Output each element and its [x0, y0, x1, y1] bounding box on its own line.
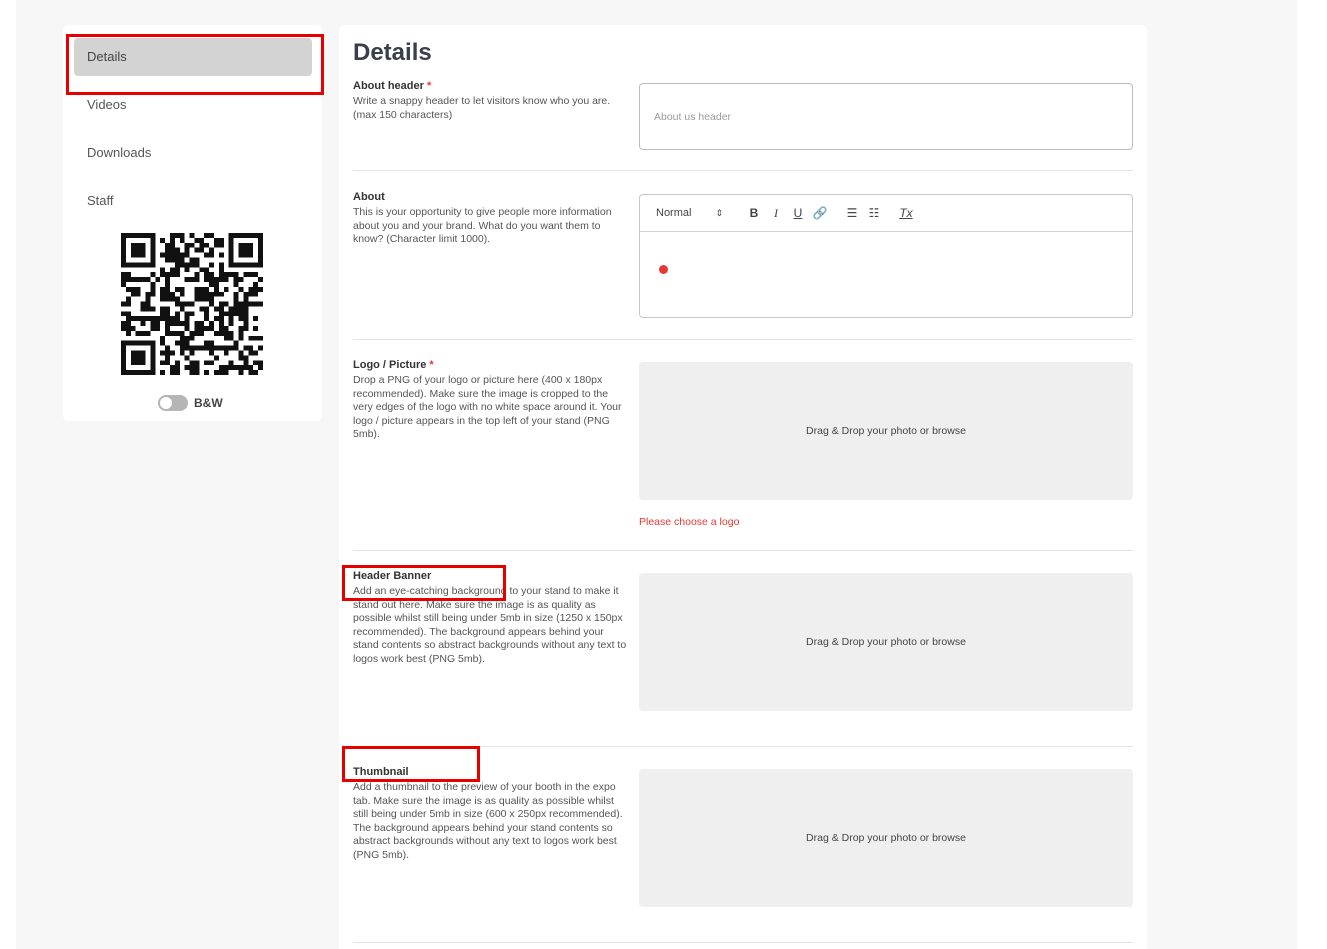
thumbnail-dropzone[interactable]: Drag & Drop your photo or browse [639, 769, 1133, 907]
required-mark: * [429, 359, 434, 371]
underline-button[interactable]: U [787, 206, 809, 220]
toggle-knob [160, 397, 172, 409]
required-mark: * [426, 80, 432, 92]
error-dot [659, 265, 668, 274]
logo-label-text: Logo / Picture [353, 359, 427, 371]
qr-code-icon [121, 233, 263, 375]
details-panel: Details About header * Write a snappy he… [339, 25, 1147, 949]
sidebar-item-label: Details [87, 49, 127, 64]
sidebar-item-staff[interactable]: Staff [74, 182, 312, 220]
about-header-input[interactable] [639, 83, 1133, 150]
logo-description: Drop a PNG of your logo or picture here … [353, 374, 622, 440]
divider [353, 339, 1133, 340]
sidebar-item-label: Downloads [87, 145, 152, 160]
thumbnail-label: Thumbnail [353, 766, 409, 778]
sidebar-item-videos[interactable]: Videos [74, 86, 312, 124]
bw-toggle[interactable] [158, 395, 188, 411]
sidebar-item-label: Staff [87, 193, 114, 208]
right-edge [1297, 0, 1327, 949]
thumbnail-description: Add a thumbnail to the preview of your b… [353, 781, 623, 861]
about-label: About [353, 191, 385, 203]
page-title: Details [353, 39, 432, 66]
about-header-description: Write a snappy header to let visitors kn… [353, 95, 611, 121]
divider [353, 942, 1133, 943]
clear-format-icon[interactable]: Tx [895, 206, 917, 220]
sidebar: Details Videos Downloads Staff B&W [63, 25, 322, 421]
logo-error: Please choose a logo [639, 516, 740, 528]
header-banner-dropzone[interactable]: Drag & Drop your photo or browse [639, 573, 1133, 711]
dropzone-text: Drag & Drop your photo or browse [806, 425, 966, 437]
bw-toggle-label: B&W [194, 396, 223, 410]
dropzone-text: Drag & Drop your photo or browse [806, 636, 966, 648]
bullet-list-icon[interactable]: ☷ [863, 206, 885, 220]
editor-body[interactable] [640, 232, 1132, 317]
divider [353, 746, 1133, 747]
about-header-label-text: About header [353, 80, 424, 92]
about-header-label: About header * [353, 80, 431, 92]
left-edge [0, 0, 16, 949]
dropzone-text: Drag & Drop your photo or browse [806, 832, 966, 844]
divider [353, 170, 1133, 171]
sidebar-item-label: Videos [87, 97, 127, 112]
sidebar-item-downloads[interactable]: Downloads [74, 134, 312, 172]
sidebar-item-details[interactable]: Details [74, 38, 312, 76]
ordered-list-icon[interactable]: ☰ [841, 206, 863, 220]
header-banner-description: Add an eye-catching background to your s… [353, 585, 627, 665]
format-select-value: Normal [656, 207, 692, 219]
up-down-arrows-icon: ⇕ [715, 207, 723, 218]
logo-label: Logo / Picture * [353, 359, 434, 371]
bw-toggle-row: B&W [158, 395, 223, 411]
logo-dropzone[interactable]: Drag & Drop your photo or browse [639, 362, 1133, 500]
divider [353, 550, 1133, 551]
editor-toolbar: Normal ⇕ B I U 🔗 ☰ ☷ Tx [640, 195, 1132, 232]
format-select[interactable]: Normal ⇕ [656, 207, 723, 219]
about-description: This is your opportunity to give people … [353, 206, 612, 245]
italic-button[interactable]: I [765, 206, 787, 221]
header-banner-label: Header Banner [353, 570, 432, 582]
bold-button[interactable]: B [743, 206, 765, 220]
link-icon[interactable]: 🔗 [809, 206, 831, 220]
about-rich-text-editor: Normal ⇕ B I U 🔗 ☰ ☷ Tx [639, 194, 1133, 318]
